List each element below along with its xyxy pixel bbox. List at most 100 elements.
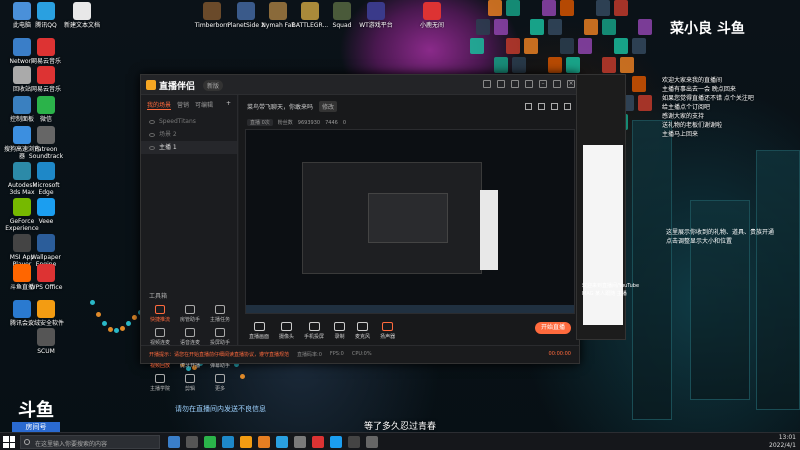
maximize-icon[interactable]	[553, 80, 561, 88]
eye-icon[interactable]	[149, 145, 155, 150]
source-button[interactable]: 录制	[334, 322, 346, 340]
streaming-app-window[interactable]: 直播伴侣 新版 – × 我的场景 营销 可编辑 + SpeedTitans 场景…	[140, 74, 580, 392]
app-titlebar[interactable]: 直播伴侣 新版 – ×	[141, 75, 579, 95]
scene-label: 主播 1	[159, 144, 177, 151]
taskbar-app-icon[interactable]	[330, 436, 342, 448]
desktop-icon[interactable]: WPS Office	[26, 264, 66, 291]
layout-icon[interactable]	[564, 102, 571, 110]
toolbox-item[interactable]: 剪辑	[175, 374, 205, 392]
desktop-icon[interactable]: Veee	[26, 198, 66, 225]
desktop-icon[interactable]: 网易云音乐	[26, 38, 66, 65]
minimize-icon[interactable]: –	[539, 80, 547, 88]
dna-node	[132, 314, 137, 320]
desktop-icon-label: Microsoft Edge	[32, 182, 60, 196]
taskbar-search[interactable]: 在这里输入你要搜索的内容	[20, 435, 160, 449]
scene-item[interactable]: 主播 1	[141, 141, 237, 154]
tab-editable[interactable]: 可编辑	[195, 100, 213, 110]
dna-node	[96, 311, 101, 317]
close-icon[interactable]: ×	[567, 80, 575, 88]
tab-marketing[interactable]: 营销	[177, 100, 189, 110]
gift-icon[interactable]	[551, 102, 558, 110]
taskbar-app-icon[interactable]	[294, 436, 306, 448]
windows-taskbar: 在这里输入你要搜索的内容 13:01 2022/4/1	[0, 432, 800, 450]
desktop-icon[interactable]: Patreon Soundtrack	[26, 126, 66, 160]
version-badge[interactable]: 新版	[203, 80, 224, 91]
taskbar-app-icon[interactable]	[312, 436, 324, 448]
taskbar-app-icon[interactable]	[204, 436, 216, 448]
desktop-icon[interactable]: SCUM	[26, 328, 66, 355]
dna-node	[120, 325, 125, 331]
source-label: 麦克风	[355, 334, 371, 340]
wallpaper-cube	[638, 19, 652, 35]
toolbox-item[interactable]: 主播任务	[205, 305, 235, 323]
scene-item[interactable]: 场景 2	[141, 128, 237, 141]
desktop-icon[interactable]: 小鹿无间	[412, 2, 452, 29]
lock-icon[interactable]	[538, 102, 545, 110]
wallpaper-cube	[638, 95, 652, 111]
desktop-icon[interactable]: 微信	[26, 96, 66, 123]
start-live-button[interactable]: 开始直播	[535, 322, 571, 334]
source-button[interactable]: 麦克风	[355, 322, 370, 340]
wallpaper-cube	[506, 0, 520, 16]
source-label: 摄像头	[279, 334, 295, 340]
eye-icon[interactable]	[149, 119, 155, 124]
overlay-gift-hint: 这里展示你收到的礼物、道具、贵族开通 点击调整显示大小和位置	[666, 228, 790, 246]
overlay-text-right: 欢迎大家来我的直播间 主播有事出去一会 晚点回来 如果您觉得直播还不错 点个关注吧给…	[662, 76, 786, 139]
desktop-icon[interactable]: 腾讯QQ	[26, 2, 66, 29]
toolbox-item[interactable]: 更多	[205, 374, 235, 392]
desktop-icon[interactable]: Microsoft Edge	[26, 162, 66, 196]
tab-scenes[interactable]: 我的场景	[147, 100, 172, 110]
source-button[interactable]: 扬声器	[380, 322, 395, 340]
wallpaper-cube	[548, 19, 562, 35]
toolbox-item[interactable]: 主播学院	[145, 374, 175, 392]
desktop-icon[interactable]: 火绒安全软件	[26, 300, 66, 327]
chat-panel-window[interactable]	[576, 74, 626, 340]
windows-start-icon[interactable]	[3, 436, 15, 448]
message-icon[interactable]	[497, 80, 505, 88]
wallpaper-cube	[566, 57, 580, 73]
app-icon	[37, 162, 55, 180]
source-button[interactable]: 手机投屏	[304, 322, 324, 340]
taskbar-app-icon[interactable]	[366, 436, 378, 448]
toolbox-item[interactable]: 投屏助手	[205, 328, 235, 346]
source-button[interactable]: 摄像头	[279, 322, 294, 340]
chat-line: 欢迎来到直播间/YouTube	[582, 283, 640, 289]
share-icon[interactable]	[525, 102, 532, 110]
scene-label: 场景 2	[159, 131, 177, 138]
chat-area[interactable]	[583, 145, 623, 325]
wallpaper-cube	[632, 38, 646, 54]
tool-icon	[155, 305, 165, 314]
desktop-icon[interactable]: 新建文本文档	[62, 2, 102, 29]
live-preview[interactable]	[245, 129, 575, 314]
skin-icon[interactable]	[511, 80, 519, 88]
add-scene-icon[interactable]: +	[226, 100, 231, 110]
desktop-icon[interactable]: WT游戏平台	[356, 2, 396, 29]
eye-icon[interactable]	[149, 132, 155, 137]
edit-title-button[interactable]: 修改	[319, 100, 338, 112]
toolbox-item[interactable]: 视频连麦	[145, 328, 175, 346]
stream-title[interactable]: 菜鸟带飞聊天，你敢来吗	[247, 102, 313, 111]
desktop-icon[interactable]: Wallpaper Engine	[26, 234, 66, 268]
taskbar-app-icon[interactable]	[222, 436, 234, 448]
toolbox-item[interactable]: 快捷推流	[145, 305, 175, 323]
menu-icon[interactable]	[525, 80, 533, 88]
source-button[interactable]: 直播画面	[249, 322, 269, 340]
taskbar-app-icon[interactable]	[240, 436, 252, 448]
taskbar-app-icon[interactable]	[168, 436, 180, 448]
settings-icon[interactable]	[483, 80, 491, 88]
system-clock[interactable]: 13:01 2022/4/1	[769, 434, 796, 450]
app-icon	[37, 300, 55, 318]
taskbar-app-icon[interactable]	[258, 436, 270, 448]
toolbox-item[interactable]: 语音连麦	[175, 328, 205, 346]
taskbar-app-icon[interactable]	[186, 436, 198, 448]
source-label: 录制	[334, 334, 345, 340]
clock-date: 2022/4/1	[769, 442, 796, 449]
source-buttons: 直播画面 摄像头 手机投屏 录制 麦克风 扬声器	[239, 317, 579, 345]
desktop-icon[interactable]: 网易云音乐	[26, 66, 66, 93]
taskbar-app-icon[interactable]	[276, 436, 288, 448]
status-item: CPU:0%	[351, 351, 372, 357]
scene-item[interactable]: SpeedTitans	[141, 115, 237, 128]
toolbox-item[interactable]: 房管助手	[175, 305, 205, 323]
overlay-line: 送礼物的老板们谢谢啦	[662, 122, 723, 129]
taskbar-app-icon[interactable]	[348, 436, 360, 448]
